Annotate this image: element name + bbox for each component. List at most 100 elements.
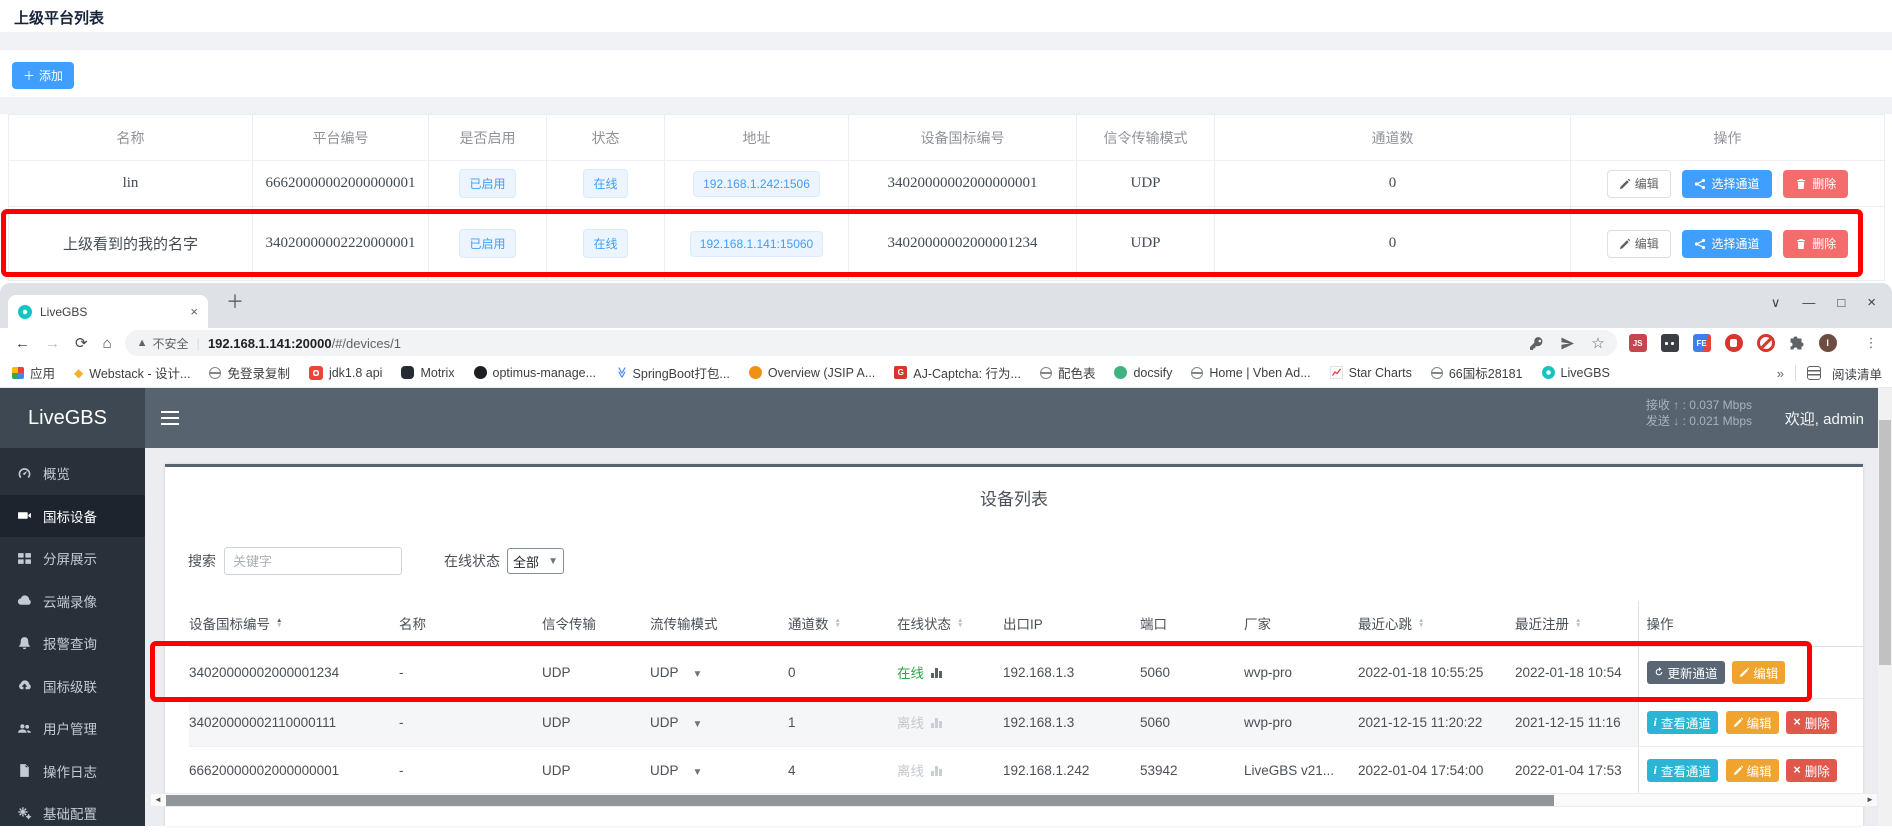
minimize-icon[interactable]: —: [1802, 295, 1815, 310]
bookmark-palette[interactable]: 配色表: [1040, 363, 1096, 382]
delete-button[interactable]: 删除: [1783, 170, 1848, 198]
tab-close-icon[interactable]: ×: [190, 304, 198, 319]
edit-button[interactable]: 编辑: [1607, 230, 1671, 258]
back-icon[interactable]: ←: [15, 336, 30, 351]
bookmark-optimus[interactable]: optimus-manage...: [474, 366, 597, 380]
bookmark-aj-captcha[interactable]: GAJ-Captcha: 行为...: [894, 363, 1021, 382]
vendor: wvp-pro: [1244, 698, 1358, 746]
scroll-left-icon[interactable]: ◄: [151, 794, 165, 806]
stream-mode-dropdown[interactable]: UDP▼: [650, 646, 788, 698]
close-icon[interactable]: ×: [1867, 294, 1876, 311]
js-extension-icon[interactable]: JS: [1629, 334, 1647, 352]
col-heartbeat[interactable]: 最近心跳▲▼: [1358, 601, 1515, 646]
sort-icon[interactable]: ▲▼: [1418, 618, 1424, 628]
sidebar-item-cloud-record[interactable]: 云端录像: [0, 580, 145, 623]
profile-avatar[interactable]: I: [1819, 334, 1837, 352]
send-icon[interactable]: [1560, 336, 1575, 351]
browser-tab[interactable]: LiveGBS ×: [8, 295, 208, 328]
bookmark-star-icon[interactable]: ☆: [1591, 334, 1604, 352]
stream-mode-dropdown[interactable]: UDP▼: [650, 746, 788, 794]
search-input[interactable]: [224, 547, 402, 575]
select-channel-button[interactable]: 选择通道: [1682, 170, 1771, 198]
address-bar[interactable]: ▲ 不安全 | 192.168.1.141:20000 /#/devices/1…: [125, 330, 1617, 356]
bookmark-vben[interactable]: Home | Vben Ad...: [1191, 366, 1310, 380]
page-title: 上级平台列表: [14, 7, 104, 28]
adblock-hand-icon[interactable]: [1725, 334, 1743, 352]
platform-id: 34020000002220000001: [253, 207, 429, 281]
bookmark-copy[interactable]: 免登录复制: [209, 363, 290, 382]
app-logo[interactable]: LiveGBS: [0, 388, 145, 448]
edit-button[interactable]: 编辑: [1607, 170, 1671, 198]
forward-icon[interactable]: →: [45, 336, 60, 351]
col-registered[interactable]: 最近注册▲▼: [1515, 601, 1638, 646]
reading-list-button[interactable]: 阅读清单: [1832, 364, 1882, 383]
delete-button[interactable]: ×删除: [1786, 759, 1836, 782]
bookmark-docsify[interactable]: docsify: [1114, 366, 1172, 380]
sidebar-toggle-icon[interactable]: [161, 411, 179, 425]
vertical-scrollbar-thumb[interactable]: [1879, 420, 1891, 665]
orange-dot-icon: [749, 366, 762, 379]
vertical-scrollbar[interactable]: [1878, 388, 1892, 826]
col-channels[interactable]: 通道数▲▼: [788, 601, 897, 646]
add-platform-button[interactable]: ＋添加: [12, 62, 74, 89]
security-label[interactable]: 不安全: [153, 335, 189, 352]
refresh-icon: [1654, 667, 1664, 677]
online-status-link[interactable]: 在线: [897, 666, 924, 681]
select-channel-button[interactable]: 选择通道: [1682, 230, 1771, 258]
stream-mode-dropdown[interactable]: UDP▼: [650, 698, 788, 746]
bookmark-star-charts[interactable]: Star Charts: [1330, 366, 1412, 380]
fe-extension-icon[interactable]: FE: [1693, 334, 1711, 352]
col-online-status[interactable]: 在线状态▲▼: [897, 601, 1003, 646]
sidebar-item-gb-devices[interactable]: 国标设备: [0, 495, 145, 538]
update-channels-button[interactable]: 更新通道: [1647, 661, 1725, 684]
sort-icon[interactable]: ▲▼: [1575, 618, 1581, 628]
bookmark-gb28181[interactable]: 66国标28181: [1431, 363, 1523, 382]
delete-button[interactable]: 删除: [1783, 230, 1848, 258]
password-key-icon[interactable]: [1529, 336, 1544, 351]
sort-icon[interactable]: ▲▼: [835, 618, 841, 628]
blocker-nosign-icon[interactable]: [1757, 334, 1775, 352]
tab-search-chevron-icon[interactable]: ∨: [1771, 295, 1781, 311]
offline-status[interactable]: 离线: [897, 716, 924, 731]
welcome-user[interactable]: 欢迎, admin: [1785, 408, 1864, 429]
home-icon[interactable]: ⌂: [103, 336, 112, 351]
sort-icon[interactable]: ▲▼: [276, 618, 282, 628]
sidebar-item-basic-config[interactable]: 基础配置: [0, 792, 145, 835]
view-channels-button[interactable]: i查看通道: [1647, 711, 1718, 734]
bookmark-webstack[interactable]: ◆Webstack - 设计...: [74, 363, 190, 382]
bookmarks-overflow-chevron[interactable]: »: [1777, 366, 1784, 381]
bookmark-apps[interactable]: 应用: [12, 363, 55, 382]
warning-icon: ▲: [137, 337, 148, 349]
sidebar-item-overview[interactable]: 概览: [0, 452, 145, 495]
scroll-right-icon[interactable]: ►: [1863, 794, 1877, 806]
sidebar-item-split-screen[interactable]: 分屏展示: [0, 537, 145, 580]
online-status-select[interactable]: 全部▼: [507, 548, 564, 574]
reload-icon[interactable]: ⟳: [75, 336, 88, 351]
view-channels-button[interactable]: i查看通道: [1647, 759, 1718, 782]
sidebar-item-operation-log[interactable]: 操作日志: [0, 750, 145, 793]
bookmark-jsip[interactable]: Overview (JSIP A...: [749, 366, 875, 380]
livegbs-icon: [1542, 366, 1555, 379]
bookmark-motrix[interactable]: Motrix: [401, 366, 454, 380]
incognito-extension-icon[interactable]: [1661, 334, 1679, 352]
bandwidth-chart-icon[interactable]: [931, 668, 942, 678]
sidebar-item-alarm-query[interactable]: 报警查询: [0, 622, 145, 665]
edit-button[interactable]: 编辑: [1732, 661, 1785, 684]
sidebar-item-user-management[interactable]: 用户管理: [0, 707, 145, 750]
horizontal-scrollbar[interactable]: ◄ ►: [150, 793, 1878, 807]
delete-button[interactable]: ×删除: [1786, 711, 1836, 734]
col-gb-id[interactable]: 设备国标编号▲▼: [189, 601, 399, 646]
puzzle-extensions-icon[interactable]: [1789, 335, 1805, 351]
horizontal-scrollbar-thumb[interactable]: [166, 795, 1554, 806]
edit-button[interactable]: 编辑: [1726, 711, 1779, 734]
sort-icon[interactable]: ▲▼: [957, 618, 963, 628]
bookmark-livegbs[interactable]: LiveGBS: [1542, 366, 1610, 380]
new-tab-button[interactable]: ＋: [226, 288, 244, 314]
edit-button[interactable]: 编辑: [1726, 759, 1779, 782]
browser-menu-icon[interactable]: ⋮: [1865, 335, 1879, 351]
offline-status[interactable]: 离线: [897, 764, 924, 779]
bookmark-springboot[interactable]: ≫SpringBoot打包...: [615, 363, 730, 382]
bookmark-jdk-api[interactable]: jdk1.8 api: [309, 366, 383, 380]
maximize-icon[interactable]: □: [1837, 295, 1845, 310]
sidebar-item-gb-cascade[interactable]: 国标级联: [0, 665, 145, 708]
